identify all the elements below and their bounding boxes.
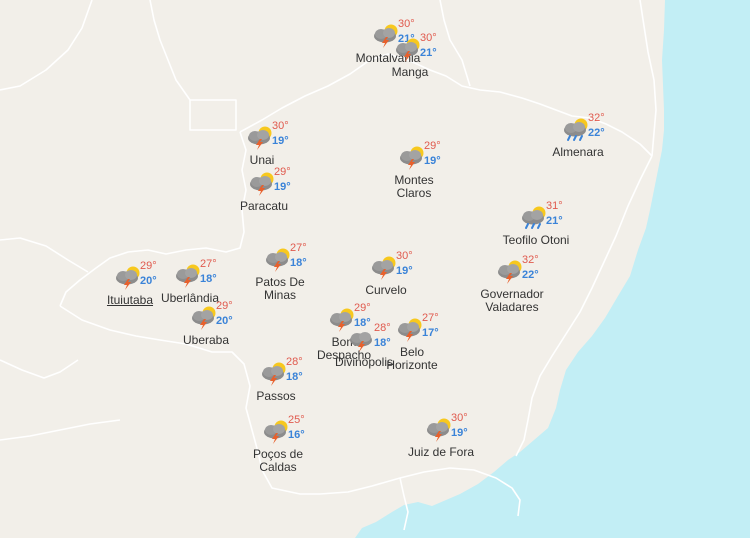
city-name-line: Curvelo — [365, 283, 407, 297]
temp-min: 21° — [420, 47, 437, 59]
temp-min: 18° — [290, 257, 307, 269]
temp-max: 27° — [200, 258, 217, 270]
temp-max: 27° — [290, 242, 307, 254]
temp-min: 19° — [451, 427, 468, 439]
city-name[interactable]: Belo Horizonte — [357, 346, 467, 372]
temp-max: 30° — [420, 32, 437, 44]
city-name[interactable]: Curvelo — [331, 284, 441, 297]
temp-max: 28° — [286, 356, 303, 368]
temp-min: 17° — [422, 327, 439, 339]
temp-min: 16° — [288, 429, 305, 441]
city-name-line: Juiz de Fora — [407, 445, 475, 459]
temp-max: 32° — [588, 112, 605, 124]
city-name-line: Horizonte — [386, 358, 438, 372]
temp-max: 29° — [354, 302, 371, 314]
temp-min: 21° — [546, 215, 563, 227]
city-name-line: Manga — [391, 65, 429, 79]
temp-min: 19° — [274, 181, 291, 193]
city-name-line: Claros — [396, 186, 432, 200]
city-name-line: Almenara — [552, 145, 604, 159]
city-name[interactable]: Paracatu — [209, 200, 319, 213]
temp-max: 30° — [398, 18, 415, 30]
city-name-line: Teofilo Otoni — [502, 233, 570, 247]
city-name[interactable]: Juiz de Fora — [386, 446, 496, 459]
city-name[interactable]: Governador Valadares — [457, 288, 567, 314]
city-name-line: Uberaba — [182, 333, 230, 347]
temp-max: 29° — [140, 260, 157, 272]
city-name-line: Passos — [256, 389, 296, 403]
temp-max: 27° — [422, 312, 439, 324]
temp-min: 19° — [396, 265, 413, 277]
city-name[interactable]: Manga — [355, 66, 465, 79]
temp-min: 18° — [286, 371, 303, 383]
city-name[interactable]: Uberaba — [151, 334, 261, 347]
temp-min: 20° — [216, 315, 233, 327]
city-name[interactable]: Poços de Caldas — [223, 448, 333, 474]
city-name[interactable]: Unai — [207, 154, 317, 167]
temp-max: 31° — [546, 200, 563, 212]
temp-min: 19° — [424, 155, 441, 167]
city-name[interactable]: Passos — [221, 390, 331, 403]
city-name-line: Caldas — [259, 460, 297, 474]
temp-min: 19° — [272, 135, 289, 147]
temp-max: 30° — [396, 250, 413, 262]
temp-max: 29° — [274, 166, 291, 178]
temp-max: 25° — [288, 414, 305, 426]
temp-min: 20° — [140, 275, 157, 287]
temp-min: 22° — [588, 127, 605, 139]
city-name-line: Paracatu — [239, 199, 289, 213]
city-name-line: Valadares — [485, 300, 539, 314]
city-name[interactable]: Almenara — [523, 146, 633, 159]
city-name-line: Unai — [249, 153, 275, 167]
temp-max: 29° — [424, 140, 441, 152]
temp-max: 30° — [272, 120, 289, 132]
city-name[interactable]: Teofilo Otoni — [481, 234, 591, 247]
temp-max: 28° — [374, 322, 391, 334]
temp-max: 32° — [522, 254, 539, 266]
temp-min: 18° — [200, 273, 217, 285]
temp-min: 22° — [522, 269, 539, 281]
city-name[interactable]: Montes Claros — [359, 174, 469, 200]
temp-max: 30° — [451, 412, 468, 424]
temp-max: 29° — [216, 300, 233, 312]
